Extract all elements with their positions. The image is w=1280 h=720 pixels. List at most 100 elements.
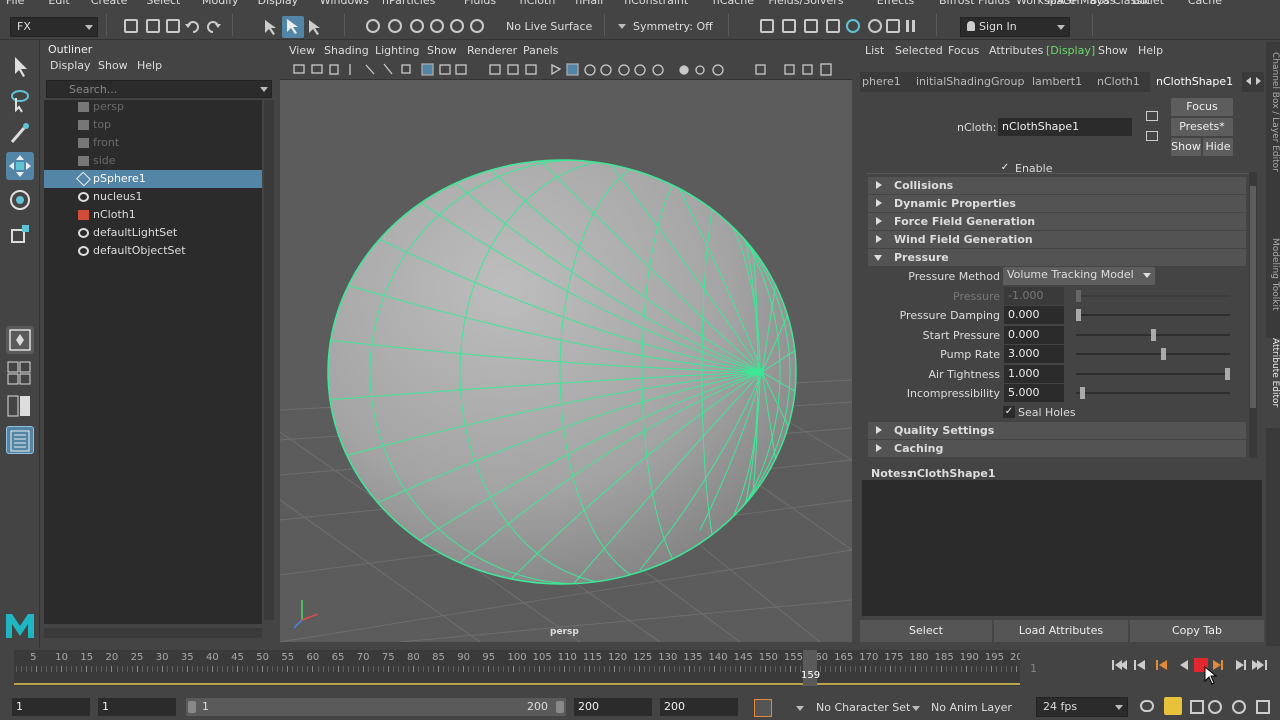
workspace-dropdown[interactable]: Maya Classic* xyxy=(1080,0,1157,7)
ae-presets-button[interactable]: Presets* xyxy=(1171,118,1233,136)
render-frame-icon[interactable] xyxy=(782,19,796,33)
menu-ncloth[interactable]: nCloth xyxy=(520,0,556,7)
pressure-method-dropdown[interactable]: Volume Tracking Model xyxy=(1003,267,1155,285)
snap-grid-icon[interactable] xyxy=(366,19,380,33)
ae-select-button[interactable]: Select xyxy=(860,620,992,642)
snap-vertex-icon[interactable] xyxy=(470,19,484,33)
viewport-menu-panels[interactable]: Panels xyxy=(523,44,558,57)
ae-vertical-scrollbar[interactable] xyxy=(1249,172,1257,458)
frame-force-field-generation[interactable]: Force Field Generation xyxy=(868,213,1246,230)
anim-layer-dropdown-icon[interactable] xyxy=(912,706,920,711)
side-tab-attribute-editor[interactable]: Attribute Editor xyxy=(1266,338,1280,428)
render-setup-icon[interactable] xyxy=(868,19,882,33)
frame-wind-field-generation[interactable]: Wind Field Generation xyxy=(868,231,1246,248)
scale-tool-icon[interactable] xyxy=(6,220,34,248)
sign-in-dropdown[interactable]: Sign In xyxy=(960,17,1070,37)
go-to-end-icon[interactable] xyxy=(1252,660,1267,670)
outliner-item-top[interactable]: top xyxy=(44,116,262,134)
symmetry-label[interactable]: Symmetry: Off xyxy=(633,20,713,33)
fps-dropdown[interactable]: 24 fps xyxy=(1036,697,1128,717)
outliner-item-persp[interactable]: persp xyxy=(44,98,262,116)
select-object-icon[interactable] xyxy=(282,16,304,38)
menu-nhair[interactable]: nHair xyxy=(575,0,605,7)
ipr-render-icon[interactable] xyxy=(804,19,818,33)
four-pane-layout-icon[interactable] xyxy=(6,360,34,388)
tab-scroll-right-icon[interactable] xyxy=(1256,77,1261,85)
undo-icon[interactable] xyxy=(184,18,202,36)
select-tool-icon[interactable] xyxy=(6,52,34,80)
outliner-layout-icon[interactable] xyxy=(6,426,34,454)
start-pressure-slider[interactable] xyxy=(1076,329,1230,341)
ae-node-name-field[interactable]: nClothShape1 xyxy=(998,118,1132,136)
ae-focus-node-icon[interactable] xyxy=(1146,111,1158,121)
frame-caching[interactable]: Caching xyxy=(868,440,1246,457)
ae-copy-node-icon[interactable] xyxy=(1146,131,1158,141)
character-set-dropdown-icon[interactable] xyxy=(796,706,804,711)
outliner-vertical-scrollbar[interactable] xyxy=(264,100,274,620)
snap-point-icon[interactable] xyxy=(410,19,424,33)
ae-scrollbar-thumb[interactable] xyxy=(1250,186,1256,408)
slider-handle[interactable] xyxy=(1076,309,1081,321)
animation-preferences-icon[interactable] xyxy=(1256,700,1270,714)
sphere-mesh[interactable] xyxy=(328,160,796,584)
two-pane-layout-icon[interactable] xyxy=(6,392,34,420)
frame-collisions[interactable]: Collisions xyxy=(868,177,1246,194)
symmetry-dropdown-arrow-icon[interactable] xyxy=(618,24,626,29)
pressure-damping-slider[interactable] xyxy=(1076,309,1230,321)
preferences-gear-icon[interactable] xyxy=(1232,700,1246,714)
menu-cache[interactable]: Cache xyxy=(1188,0,1222,7)
playback-start-field[interactable]: 1 xyxy=(98,698,176,716)
play-backwards-icon[interactable] xyxy=(1180,660,1188,670)
character-set-label[interactable]: No Character Set xyxy=(816,701,910,714)
key-filter-icon[interactable] xyxy=(754,699,772,717)
air-tightness-field[interactable]: 1.000 xyxy=(1004,365,1064,383)
snap-view-plane-icon[interactable] xyxy=(430,19,444,33)
range-slider-start-handle[interactable] xyxy=(188,701,196,713)
menu-edit[interactable]: Edit xyxy=(48,0,69,7)
outliner-item-nucleus1[interactable]: nucleus1 xyxy=(44,188,262,206)
light-editor-icon[interactable] xyxy=(886,19,900,33)
range-slider[interactable]: 1 200 xyxy=(186,698,566,716)
pressure-damping-field[interactable]: 0.000 xyxy=(1004,306,1064,324)
menu-display[interactable]: Display xyxy=(258,0,299,7)
viewport-menu-show[interactable]: Show xyxy=(427,44,457,57)
menu-ncache[interactable]: nCache xyxy=(713,0,754,7)
new-scene-icon[interactable] xyxy=(124,19,138,33)
single-pane-layout-icon[interactable] xyxy=(6,326,34,354)
slider-handle[interactable] xyxy=(1080,387,1085,399)
rotate-tool-icon[interactable] xyxy=(6,186,34,214)
menu-modify[interactable]: Modify xyxy=(202,0,238,7)
move-tool-icon[interactable] xyxy=(6,152,34,180)
slider-handle[interactable] xyxy=(1151,329,1156,341)
ae-menu-show[interactable]: Show xyxy=(1098,44,1128,57)
slider-handle[interactable] xyxy=(1161,348,1166,360)
outliner-item-front[interactable]: front xyxy=(44,134,262,152)
range-slider-end-handle[interactable] xyxy=(556,701,564,713)
pump-rate-field[interactable]: 3.000 xyxy=(1004,345,1064,363)
snap-curve-icon[interactable] xyxy=(388,19,402,33)
viewport-menu-renderer[interactable]: Renderer xyxy=(467,44,517,57)
outliner-item-defaultlightset[interactable]: defaultLightSet xyxy=(44,224,262,242)
hypershade-icon[interactable] xyxy=(846,19,860,33)
animation-end-field[interactable]: 200 xyxy=(660,698,738,716)
menu-nconstraint[interactable]: nConstraint xyxy=(624,0,688,7)
select-hierarchy-icon[interactable] xyxy=(262,18,280,36)
ae-show-button[interactable]: Show xyxy=(1171,138,1201,156)
ae-tab-lambert1[interactable]: lambert1 xyxy=(1032,75,1082,88)
pause-icon[interactable] xyxy=(912,20,915,32)
anim-layer-label[interactable]: No Anim Layer xyxy=(931,701,1012,714)
tab-scroll-left-icon[interactable] xyxy=(1246,77,1251,85)
seal-holes-checkbox[interactable]: ✓ xyxy=(1003,406,1015,418)
current-time-field[interactable]: 1 xyxy=(1030,662,1037,675)
menu-bifrost-fluids[interactable]: Bifrost Fluids xyxy=(939,0,1010,7)
render-settings-icon[interactable] xyxy=(826,19,840,33)
start-pressure-field[interactable]: 0.000 xyxy=(1004,326,1064,344)
auto-key-icon[interactable] xyxy=(1164,697,1182,715)
outliner-item-defaultobjectset[interactable]: defaultObjectSet xyxy=(44,242,262,260)
open-scene-icon[interactable] xyxy=(146,19,160,33)
go-to-start-icon[interactable] xyxy=(1112,660,1127,670)
ae-hide-button[interactable]: Hide xyxy=(1203,138,1233,156)
ae-menu-selected[interactable]: Selected xyxy=(895,44,943,57)
redo-icon[interactable] xyxy=(204,18,222,36)
incompressibility-field[interactable]: 5.000 xyxy=(1004,384,1064,402)
